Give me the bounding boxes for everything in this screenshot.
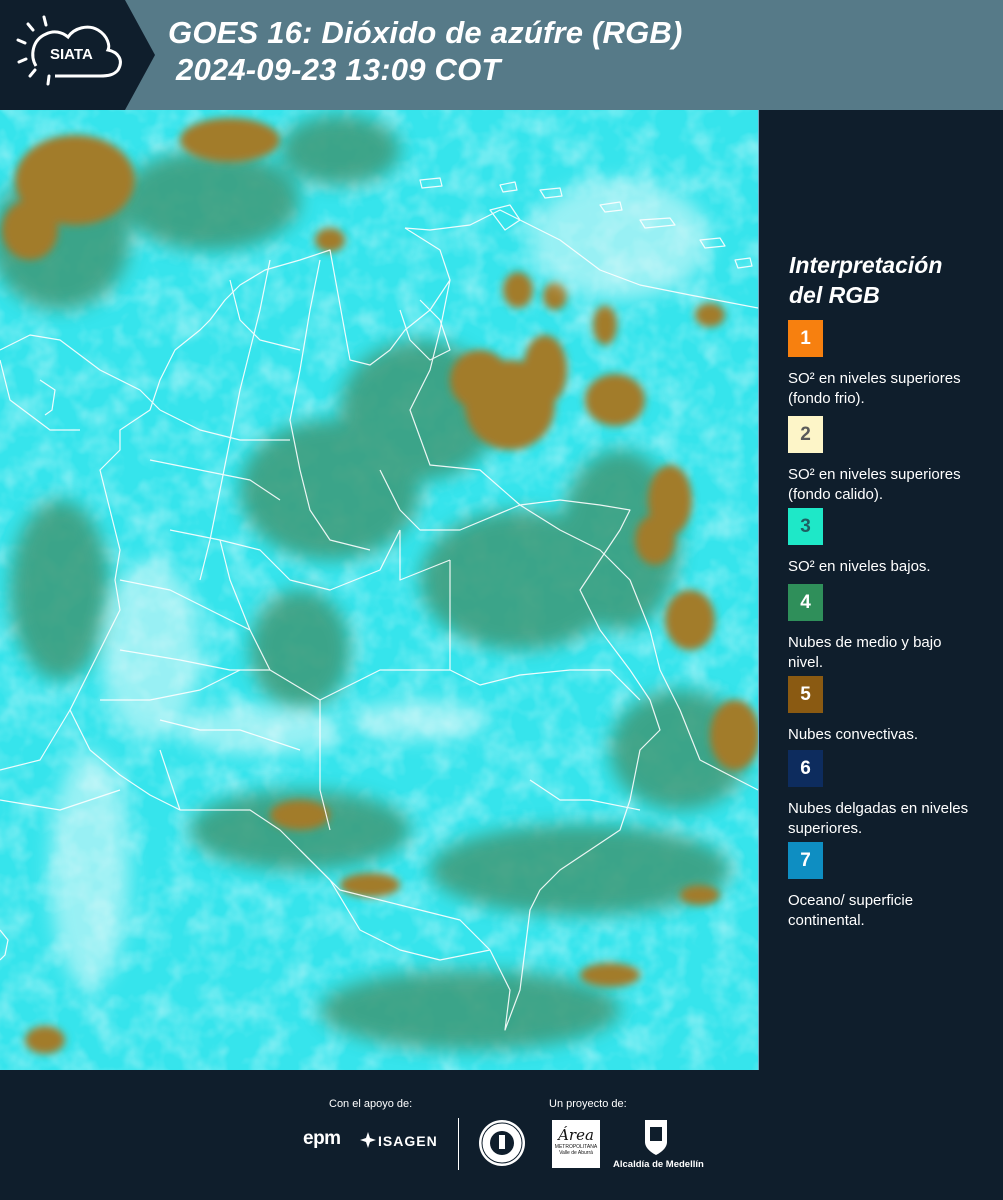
legend-panel: Interpretación del RGB 1 SO² en niveles …	[759, 110, 1003, 1070]
legend-swatch-1: 1	[788, 320, 823, 357]
legend-title: Interpretación del RGB	[789, 250, 942, 310]
legend-title-line1: Interpretación	[789, 252, 943, 278]
legend-number-3: 3	[800, 515, 811, 537]
legend-number-6: 6	[800, 757, 811, 779]
isagen-logo: ISAGEN	[378, 1133, 438, 1149]
legend-label-5: Nubes convectivas.	[788, 726, 919, 743]
amva-name: Área	[558, 1126, 594, 1144]
legend-swatch-3: 3	[788, 508, 823, 545]
medellin-seal-icon	[479, 1120, 525, 1166]
logo-text: SIATA	[50, 46, 93, 63]
legend-number-1: 1	[800, 327, 811, 349]
legend-number-5: 5	[800, 683, 811, 705]
legend-item-3: 3 SO² en niveles bajos.	[788, 508, 978, 577]
header-bar: SIATA GOES 16: Dióxido de azúfre (RGB) 2…	[0, 0, 1003, 110]
legend-title-line2: del RGB	[789, 282, 880, 308]
legend-swatch-2: 2	[788, 416, 823, 453]
legend-label-6: Nubes delgadas en niveles superiores.	[788, 800, 969, 837]
alcaldia-label: Alcaldía de Medellín	[613, 1159, 704, 1170]
alcaldia-shield-icon	[645, 1120, 667, 1155]
title-line2: 2024-09-23 13:09 COT	[176, 52, 501, 87]
legend-label-4: Nubes de medio y bajo nivel.	[788, 634, 942, 671]
satellite-rgb-image	[0, 110, 758, 1070]
title-line1: GOES 16: Dióxido de azúfre (RGB)	[168, 15, 683, 50]
amva-logo: Área METROPOLITANA Valle de Aburrá	[552, 1120, 600, 1168]
footer-divider	[458, 1118, 459, 1170]
legend-label-1: SO² en niveles superiores (fondo frio).	[788, 370, 961, 407]
legend-number-7: 7	[800, 849, 811, 871]
support-label: Con el apoyo de:	[329, 1098, 413, 1110]
amva-sub: METROPOLITANA Valle de Aburrá	[554, 1144, 598, 1156]
legend-swatch-7: 7	[788, 842, 823, 879]
legend-item-2: 2 SO² en niveles superiores (fondo calid…	[788, 416, 978, 519]
legend-item-6: 6 Nubes delgadas en niveles superiores.	[788, 750, 978, 839]
legend-label-7: Oceano/ superficie continental.	[788, 892, 914, 929]
epm-logo: epm	[303, 1128, 341, 1149]
legend-item-1: 1 SO² en niveles superiores (fondo frio)…	[788, 320, 978, 409]
satellite-image	[0, 110, 759, 1070]
legend-item-5: 5 Nubes convectivas.	[788, 676, 978, 745]
legend-item-7: 7 Oceano/ superficie continental.	[788, 842, 978, 931]
legend-number-2: 2	[800, 423, 811, 445]
page-title: GOES 16: Dióxido de azúfre (RGB) 2024-09…	[168, 14, 683, 88]
siata-logo: SIATA	[0, 0, 155, 110]
legend-swatch-4: 4	[788, 584, 823, 621]
project-label: Un proyecto de:	[549, 1098, 627, 1110]
legend-number-4: 4	[800, 591, 811, 613]
legend-swatch-5: 5	[788, 676, 823, 713]
legend-item-4: 4 Nubes de medio y bajo nivel.	[788, 584, 978, 673]
legend-label-3: SO² en niveles bajos.	[788, 558, 931, 575]
footer: Con el apoyo de: Un proyecto de: epm ISA…	[0, 1070, 1003, 1200]
legend-swatch-6: 6	[788, 750, 823, 787]
isagen-icon	[360, 1132, 376, 1148]
